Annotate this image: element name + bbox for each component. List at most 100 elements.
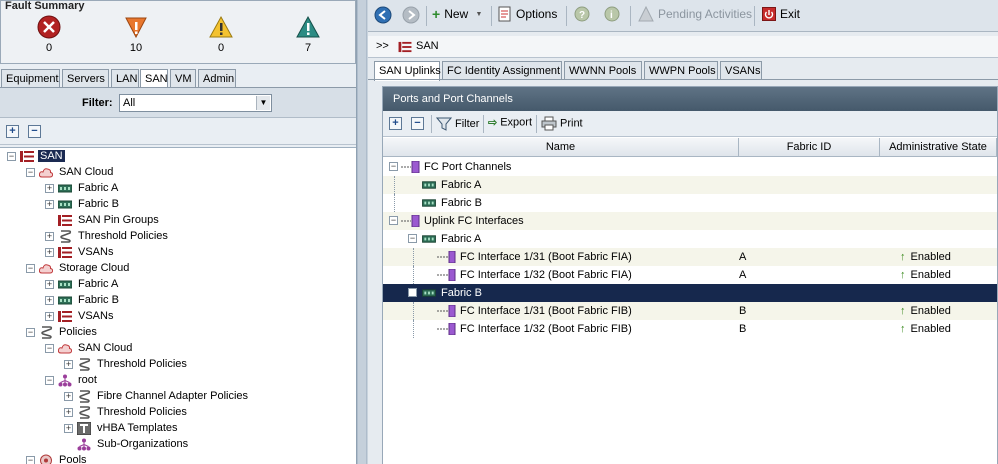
critical-icon (37, 15, 61, 39)
filter-button[interactable]: Filter (436, 116, 479, 132)
tab-wwnn-pools[interactable]: WWNN Pools (564, 61, 642, 80)
tab-san[interactable]: SAN (140, 69, 168, 89)
chevron-down-icon[interactable]: ▼ (256, 96, 270, 110)
expand-icon[interactable]: + (45, 232, 54, 241)
table-row[interactable]: Fabric B (383, 194, 997, 212)
expand-icon[interactable]: + (64, 408, 73, 417)
tab-admin[interactable]: Admin (198, 69, 236, 88)
expand-icon[interactable]: + (45, 312, 54, 321)
panel-toolbar: + − Filter ⇨ Export Print (383, 111, 997, 137)
options-icon (498, 6, 511, 22)
collapse-all-button[interactable]: − (28, 125, 41, 138)
expand-icon[interactable]: + (45, 296, 54, 305)
collapse-all-button[interactable]: − (411, 117, 424, 130)
tab-vm[interactable]: VM (170, 69, 196, 88)
org-icon (58, 374, 72, 387)
fabric-icon (422, 181, 436, 189)
collapse-icon[interactable]: − (26, 456, 35, 464)
filter-value: All (123, 97, 136, 109)
tree-label: Sub-Organizations (97, 438, 189, 450)
pane-splitter[interactable] (357, 0, 367, 464)
filter-select[interactable]: All ▼ (119, 94, 272, 112)
tab-equipment[interactable]: Equipment (1, 69, 60, 88)
table-row[interactable]: Fabric A (383, 176, 997, 194)
table-row[interactable]: − Fabric A (383, 230, 997, 248)
san-icon (58, 215, 72, 226)
major-faults[interactable]: 10 (116, 15, 156, 54)
filter-label: Filter: (82, 97, 113, 109)
fc-port-icon (437, 305, 456, 317)
critical-count: 0 (45, 42, 53, 54)
collapse-icon[interactable]: − (389, 216, 398, 225)
export-button[interactable]: ⇨ Export (488, 116, 532, 132)
tab-san-uplinks[interactable]: SAN Uplinks (374, 61, 441, 81)
svg-text:?: ? (579, 10, 585, 21)
table-row[interactable]: FC Interface 1/31 (Boot Fabric FIB) B ↑ E… (383, 302, 997, 320)
toolbar-separator (426, 6, 427, 26)
tree-label: VSANs (78, 310, 114, 322)
collapse-icon[interactable]: − (408, 234, 417, 243)
table-row[interactable]: FC Interface 1/32 (Boot Fabric FIA) A ↑ E… (383, 266, 997, 284)
row-name: Fabric A (441, 233, 482, 245)
table-row[interactable]: FC Interface 1/31 (Boot Fabric FIA) A ↑ E… (383, 248, 997, 266)
critical-faults[interactable]: 0 (29, 15, 69, 54)
left-navigation-pane: Fault Summary 0 10 0 7 Equipment Servers… (0, 0, 357, 464)
table-row[interactable]: FC Interface 1/32 (Boot Fabric FIB) B ↑ E… (383, 320, 997, 338)
plus-icon: + (432, 6, 441, 22)
column-header-admin-state[interactable]: Administrative State (880, 138, 997, 157)
exit-button[interactable]: Exit (762, 6, 800, 26)
collapse-icon[interactable]: − (7, 152, 16, 161)
exit-icon (762, 6, 776, 21)
collapse-icon[interactable] (408, 288, 417, 297)
collapse-icon[interactable]: − (26, 168, 35, 177)
major-count: 10 (129, 42, 143, 54)
collapse-icon[interactable]: − (45, 376, 54, 385)
warning-faults[interactable]: 7 (288, 15, 328, 54)
tab-servers[interactable]: Servers (62, 69, 109, 88)
options-button[interactable]: Options (498, 6, 557, 26)
expand-icon[interactable]: + (64, 424, 73, 433)
info-button[interactable]: i (604, 6, 624, 26)
breadcrumb: >> SAN (368, 36, 998, 58)
tab-fc-identity-assignment[interactable]: FC Identity Assignment (442, 61, 562, 80)
table-row[interactable]: − Uplink FC Interfaces (383, 212, 997, 230)
print-button[interactable]: Print (541, 116, 583, 132)
row-admin-state: ↑ Enabled (900, 305, 951, 317)
collapse-icon[interactable]: − (389, 162, 398, 171)
fc-port-icon (437, 251, 456, 263)
collapse-icon[interactable]: − (45, 344, 54, 353)
port-channel-icon (401, 161, 420, 173)
column-header-fabric-id[interactable]: Fabric ID (739, 138, 880, 157)
expand-icon[interactable]: + (45, 184, 54, 193)
expand-icon[interactable]: + (64, 360, 73, 369)
print-label: Print (560, 117, 583, 130)
table-row-selected[interactable]: Fabric B (383, 284, 997, 302)
tab-vsans[interactable]: VSANs (720, 61, 762, 80)
tab-lan[interactable]: LAN (111, 69, 139, 88)
minor-faults[interactable]: 0 (201, 15, 241, 54)
forward-button[interactable] (402, 6, 424, 26)
breadcrumb-item[interactable]: SAN (416, 40, 439, 52)
expand-all-button[interactable]: + (389, 117, 402, 130)
expand-icon[interactable]: + (45, 280, 54, 289)
tree-label: Pools (59, 454, 87, 464)
collapse-icon[interactable]: − (26, 264, 35, 273)
expand-icon[interactable]: + (45, 248, 54, 257)
pending-activities-button[interactable]: Pending Activities (638, 6, 752, 26)
row-name: Fabric B (441, 287, 482, 299)
help-button[interactable]: ? (574, 6, 594, 26)
policy-icon (79, 390, 91, 403)
back-button[interactable] (374, 6, 396, 26)
expand-all-button[interactable]: + (6, 125, 19, 138)
tab-wwpn-pools[interactable]: WWPN Pools (644, 61, 718, 80)
expand-icon[interactable]: + (45, 200, 54, 209)
fc-port-icon (437, 323, 456, 335)
new-button[interactable]: + New ▼ (432, 6, 486, 26)
expand-icon[interactable]: + (64, 392, 73, 401)
row-fabric-id: B (739, 323, 747, 335)
table-row[interactable]: − FC Port Channels (383, 158, 997, 176)
tab-divider (368, 79, 998, 80)
collapse-icon[interactable]: − (26, 328, 35, 337)
row-fabric-id: A (739, 251, 747, 263)
column-header-name[interactable]: Name (383, 138, 739, 157)
